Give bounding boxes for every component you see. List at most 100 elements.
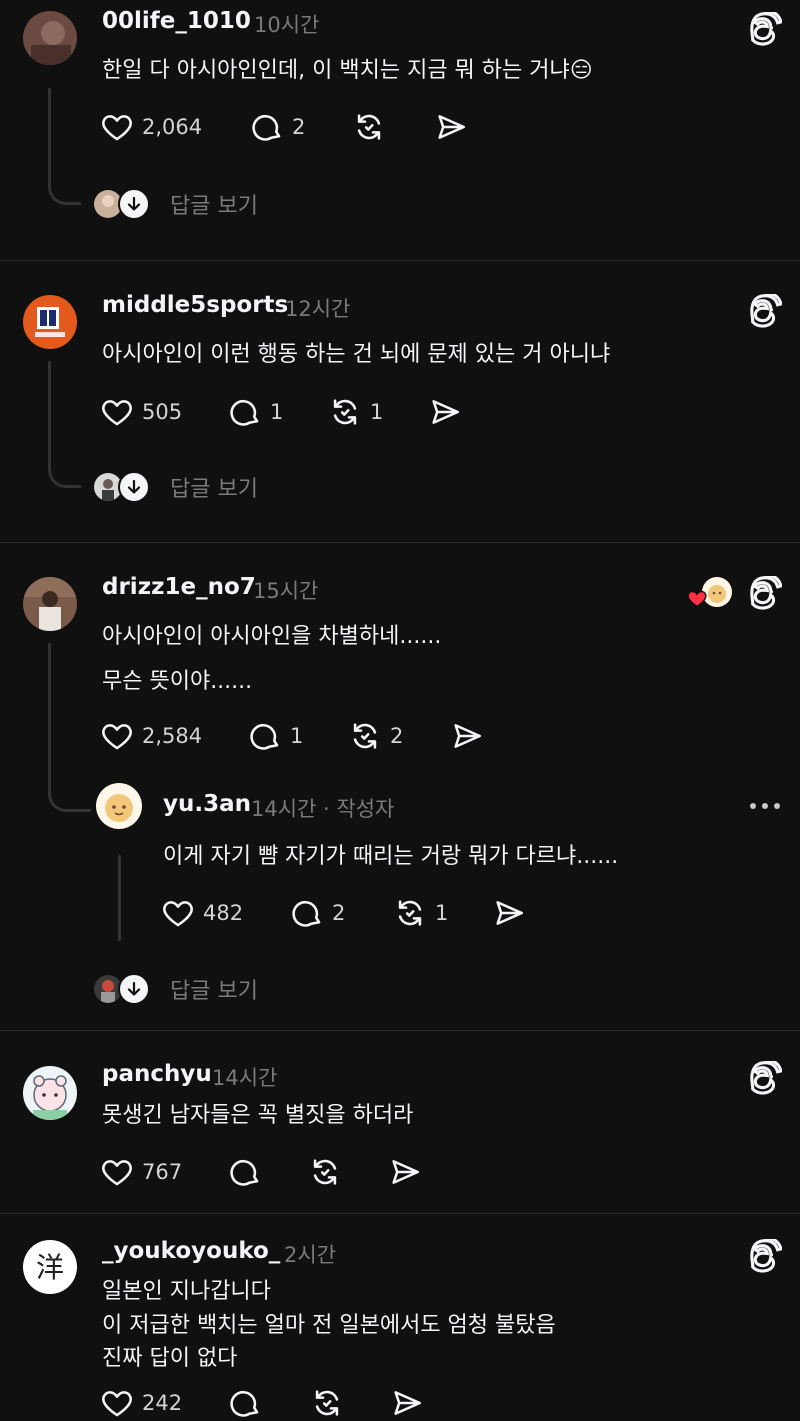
more-icon[interactable] xyxy=(748,801,782,811)
timestamp: 15시간 xyxy=(253,579,319,603)
timestamp: 2시간 xyxy=(284,1243,337,1267)
repost-icon xyxy=(328,395,362,429)
repost-icon xyxy=(310,1386,344,1420)
thread-line xyxy=(48,643,51,788)
like-count: 242 xyxy=(142,1391,183,1415)
share-button[interactable] xyxy=(492,896,526,930)
share-button[interactable] xyxy=(390,1386,424,1420)
thread-curve xyxy=(48,170,81,205)
thread-curve xyxy=(48,777,91,812)
username[interactable]: drizz1e_no7 xyxy=(102,574,256,600)
repost-button[interactable]: 2 xyxy=(348,719,403,753)
timestamp: 10시간 xyxy=(254,13,320,37)
repost-icon xyxy=(308,1155,342,1189)
avatar[interactable]: 洋 xyxy=(23,1240,77,1294)
avatar[interactable] xyxy=(23,577,77,631)
repost-icon xyxy=(393,896,427,930)
comment-button[interactable] xyxy=(228,1155,262,1189)
avatar[interactable] xyxy=(23,11,77,65)
comment-bubble-icon xyxy=(290,896,324,930)
comment-button[interactable]: 1 xyxy=(228,395,283,429)
arrow-down-icon xyxy=(118,188,150,220)
like-count: 2,584 xyxy=(142,724,203,748)
repost-button[interactable] xyxy=(308,1155,342,1189)
thread-curve xyxy=(48,453,81,488)
username[interactable]: _youkoyouko_ xyxy=(102,1238,280,1264)
thread-line xyxy=(48,361,51,466)
username[interactable]: yu.3an xyxy=(163,791,251,817)
comment-button[interactable]: 2 xyxy=(290,896,345,930)
comment-count: 2 xyxy=(332,901,346,925)
comment-button[interactable]: 2 xyxy=(250,110,305,144)
comment-button[interactable] xyxy=(228,1386,262,1420)
like-button[interactable]: 2,584 xyxy=(100,719,202,753)
heart-icon xyxy=(100,1386,134,1420)
threads-icon[interactable] xyxy=(748,576,782,610)
post-text-line-3: 진짜 답이 없다 xyxy=(102,1346,238,1371)
repost-button[interactable]: 1 xyxy=(393,896,448,930)
share-button[interactable] xyxy=(450,719,484,753)
divider xyxy=(0,260,800,261)
send-icon xyxy=(450,719,484,753)
send-icon xyxy=(390,1386,424,1420)
comment-count: 1 xyxy=(290,724,304,748)
like-button[interactable]: 2,064 xyxy=(100,110,202,144)
post-text-line-2: 무슨 뜻이야...... xyxy=(102,669,253,694)
comment-bubble-icon xyxy=(228,1386,262,1420)
like-button[interactable]: 767 xyxy=(100,1155,182,1189)
threads-icon[interactable] xyxy=(748,1239,782,1273)
share-button[interactable] xyxy=(434,110,468,144)
username[interactable]: middle5sports xyxy=(102,292,288,318)
avatar[interactable] xyxy=(23,1066,77,1120)
avatar[interactable] xyxy=(96,783,142,829)
share-button[interactable] xyxy=(428,395,462,429)
heart-filled-icon xyxy=(687,590,707,608)
post-text: 한일 다 아시아인인데, 이 백치는 지금 뭐 하는 거냐😑 xyxy=(102,58,593,83)
divider xyxy=(0,1030,800,1031)
post-text-line-2: 이 저급한 백치는 얼마 전 일본에서도 엄청 불탔음 xyxy=(102,1313,556,1338)
send-icon xyxy=(492,896,526,930)
username[interactable]: panchyu xyxy=(102,1061,212,1087)
view-replies[interactable]: 답글 보기 xyxy=(92,471,258,503)
heart-icon xyxy=(161,896,195,930)
threads-icon[interactable] xyxy=(748,1061,782,1095)
like-button[interactable]: 482 xyxy=(161,896,243,930)
comment-count: 1 xyxy=(270,400,284,424)
share-button[interactable] xyxy=(388,1155,422,1189)
liked-by-author-badge xyxy=(686,577,734,608)
heart-icon xyxy=(100,1155,134,1189)
threads-icon[interactable] xyxy=(748,294,782,328)
like-button[interactable]: 242 xyxy=(100,1386,182,1420)
view-replies-label: 답글 보기 xyxy=(170,979,258,1004)
view-replies[interactable]: 답글 보기 xyxy=(92,973,258,1005)
send-icon xyxy=(434,110,468,144)
repost-icon xyxy=(352,110,386,144)
send-icon xyxy=(388,1155,422,1189)
arrow-down-icon xyxy=(118,471,150,503)
post-text: 아시아인이 이런 행동 하는 건 뇌에 문제 있는 거 아니냐 xyxy=(102,342,611,367)
repost-button[interactable]: 1 xyxy=(328,395,383,429)
post-text: 못생긴 남자들은 꼭 별짓을 하더라 xyxy=(102,1103,414,1128)
timestamp: 14시간 · 작성자 xyxy=(251,797,395,821)
like-button[interactable]: 505 xyxy=(100,395,182,429)
view-replies-label: 답글 보기 xyxy=(170,194,258,219)
avatar[interactable] xyxy=(23,295,77,349)
like-count: 505 xyxy=(142,400,183,424)
timestamp: 12시간 xyxy=(285,297,351,321)
repost-button[interactable] xyxy=(352,110,386,144)
reply-text: 이게 자기 뺨 자기가 때리는 거랑 뭐가 다르냐...... xyxy=(163,844,619,869)
view-replies[interactable]: 답글 보기 xyxy=(92,188,258,220)
arrow-down-icon xyxy=(118,973,150,1005)
like-count: 482 xyxy=(203,901,244,925)
comment-bubble-icon xyxy=(250,110,284,144)
comment-button[interactable]: 1 xyxy=(248,719,303,753)
comment-count: 2 xyxy=(292,115,306,139)
heart-icon xyxy=(100,110,134,144)
username[interactable]: 00life_1010 xyxy=(102,8,251,34)
threads-icon[interactable] xyxy=(748,12,782,46)
repost-count: 2 xyxy=(390,724,404,748)
timestamp: 14시간 xyxy=(212,1066,278,1090)
heart-icon xyxy=(100,719,134,753)
repost-button[interactable] xyxy=(310,1386,344,1420)
heart-icon xyxy=(100,395,134,429)
